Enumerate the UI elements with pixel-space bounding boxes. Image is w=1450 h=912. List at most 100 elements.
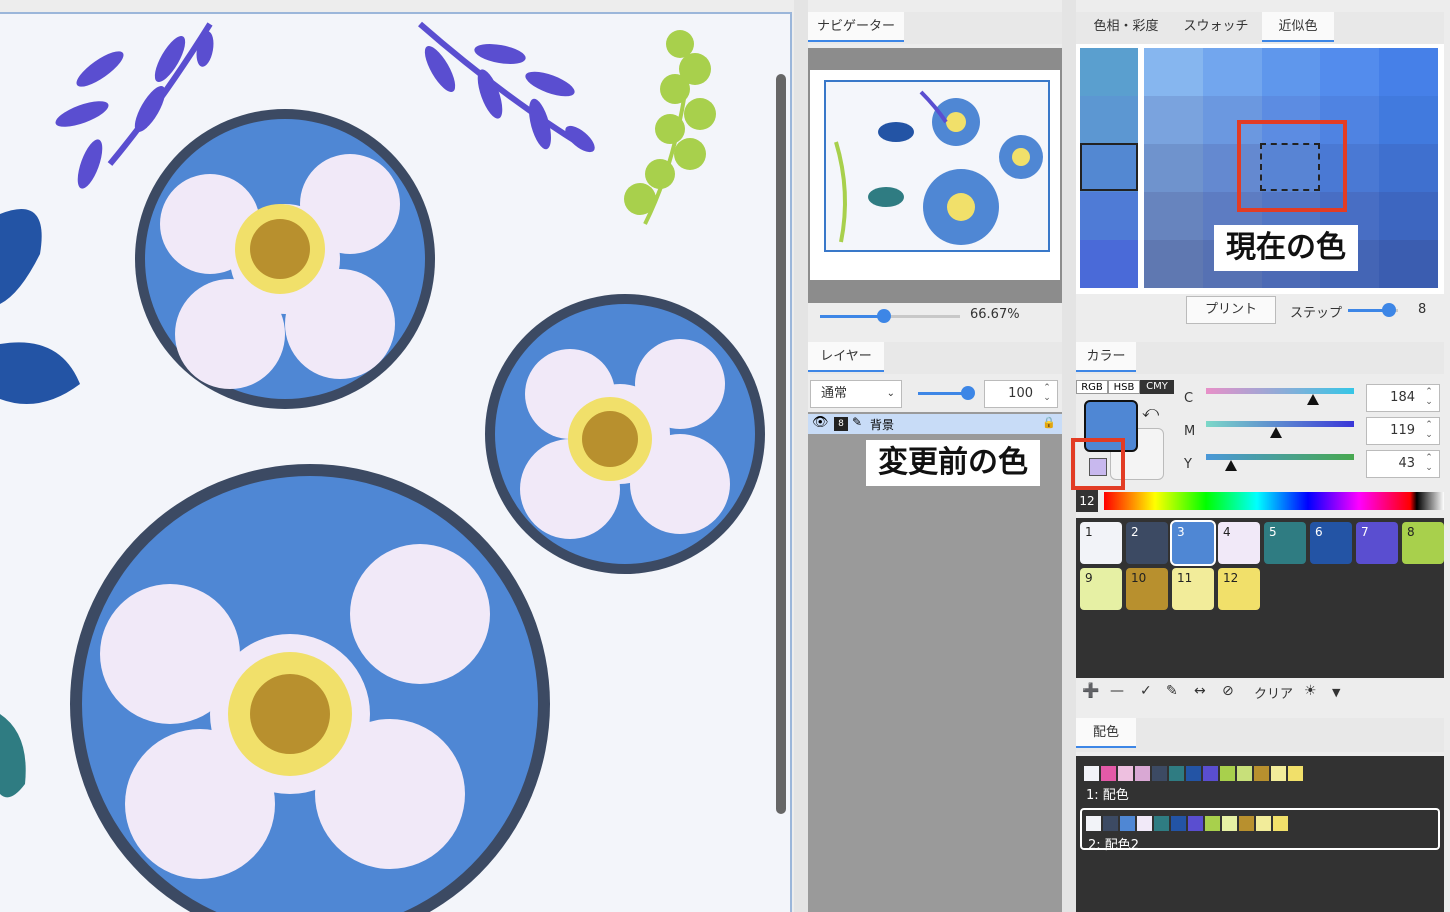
sun-icon[interactable]: ☀ xyxy=(1304,683,1317,699)
similar-color-cell[interactable] xyxy=(1379,48,1438,96)
print-button[interactable]: プリント xyxy=(1186,296,1276,324)
color-scheme-label: 2: 配色2 xyxy=(1088,838,1140,853)
color-scheme-swatch xyxy=(1271,766,1286,781)
color-scheme-swatch xyxy=(1137,816,1152,831)
flower-right xyxy=(485,294,765,574)
step-slider[interactable] xyxy=(1348,303,1398,317)
color-swatch[interactable]: 3 xyxy=(1170,520,1216,566)
channel-value-input-y[interactable]: 43 ⌃ ⌄ xyxy=(1366,450,1440,478)
tab-swatch[interactable]: スウォッチ xyxy=(1176,12,1256,42)
flower-bottom xyxy=(70,464,550,912)
color-scheme-swatch xyxy=(1273,816,1288,831)
similar-color-cell[interactable] xyxy=(1379,96,1438,144)
color-swatch[interactable]: 11 xyxy=(1172,568,1214,610)
similar-color-cell[interactable] xyxy=(1202,48,1262,96)
similar-color-cell[interactable] xyxy=(1320,48,1380,96)
channel-slider-y[interactable] xyxy=(1206,454,1354,471)
mode-tab-hsb[interactable]: HSB xyxy=(1108,380,1140,394)
color-swatch[interactable]: 10 xyxy=(1126,568,1168,610)
similar-color-cell[interactable] xyxy=(1261,48,1321,96)
step-value: 8 xyxy=(1418,302,1427,317)
edit-pencil-icon[interactable]: ✎ xyxy=(1166,683,1178,699)
tab-color[interactable]: カラー xyxy=(1076,342,1136,372)
channel-slider-m[interactable] xyxy=(1206,421,1354,438)
dropdown-triangle-icon[interactable]: ▼ xyxy=(1332,686,1340,699)
opacity-slider[interactable] xyxy=(918,386,975,400)
channel-value: 184 xyxy=(1390,390,1415,405)
color-scheme-swatch xyxy=(1171,816,1186,831)
channel-value-input-m[interactable]: 119 ⌃ ⌄ xyxy=(1366,417,1440,445)
lock-icon[interactable]: 🔒 xyxy=(1042,416,1056,429)
navigator-preview[interactable] xyxy=(810,70,1060,280)
panel-splitter[interactable] xyxy=(794,0,808,912)
color-scheme-swatch xyxy=(1256,816,1271,831)
channel-slider-thumb[interactable] xyxy=(1307,394,1319,405)
opacity-input[interactable]: 100 ⌃ ⌄ xyxy=(984,380,1058,408)
similar-color-cell[interactable] xyxy=(1144,192,1203,240)
spin-arrows-icon[interactable]: ⌃ ⌄ xyxy=(1421,453,1437,475)
spin-arrows-icon[interactable]: ⌃ ⌄ xyxy=(1421,420,1437,442)
navigator-zoom-slider[interactable] xyxy=(820,309,960,323)
similar-color-cell[interactable] xyxy=(1144,48,1203,96)
color-scheme-row[interactable]: 2: 配色2 xyxy=(1080,808,1440,853)
flower-illustration xyxy=(0,21,765,912)
color-swatch[interactable]: 1 xyxy=(1080,522,1122,564)
tab-haishoku[interactable]: 配色 xyxy=(1076,718,1136,748)
check-icon[interactable]: ✓ xyxy=(1140,683,1152,699)
color-scheme-row[interactable]: 1: 配色 xyxy=(1080,760,1440,803)
color-scheme-swatch xyxy=(1288,766,1303,781)
blend-mode-select[interactable]: 通常 ⌄ xyxy=(810,380,902,408)
tab-layer[interactable]: レイヤー xyxy=(808,342,884,372)
color-swatch[interactable]: 9 xyxy=(1080,568,1122,610)
step-slider-thumb[interactable] xyxy=(1382,303,1396,317)
layer-bit-depth-badge: 8 xyxy=(834,417,848,431)
eye-icon[interactable]: 👁 xyxy=(812,415,829,430)
prohibit-icon[interactable]: ⊘ xyxy=(1222,683,1234,699)
color-swatch[interactable]: 4 xyxy=(1218,522,1260,564)
tab-similar-color[interactable]: 近似色 xyxy=(1262,12,1334,42)
navigator-thumbnail xyxy=(834,90,1043,245)
spin-arrows-icon[interactable]: ⌃ ⌄ xyxy=(1421,387,1437,409)
pencil-icon: ✎ xyxy=(852,415,863,429)
spin-arrows-icon[interactable]: ⌃ ⌄ xyxy=(1039,383,1055,405)
similar-color-cell[interactable] xyxy=(1379,192,1438,240)
channel-slider-thumb[interactable] xyxy=(1225,460,1237,471)
opacity-slider-thumb[interactable] xyxy=(961,386,975,400)
layer-list: 👁 8 ✎ 背景 🔒 xyxy=(808,412,1062,912)
color-swatch[interactable]: 7 xyxy=(1356,522,1398,564)
channel-label-c: C xyxy=(1184,391,1194,406)
color-swatch[interactable]: 8 xyxy=(1402,522,1444,564)
add-swatch-icon[interactable]: ➕ xyxy=(1082,683,1099,699)
similar-color-cell[interactable] xyxy=(1144,144,1203,192)
remove-swatch-icon[interactable]: — xyxy=(1110,683,1124,699)
similar-color-cell[interactable] xyxy=(1144,96,1203,144)
color-swatch[interactable]: 5 xyxy=(1264,522,1306,564)
canvas-vertical-scrollbar[interactable] xyxy=(776,74,786,814)
similar-color-cell[interactable] xyxy=(1144,240,1203,288)
color-scheme-swatch xyxy=(1086,816,1101,831)
color-swatch[interactable]: 12 xyxy=(1218,568,1260,610)
similar-color-cell[interactable] xyxy=(1379,144,1438,192)
navigator-viewport-frame[interactable] xyxy=(824,80,1050,252)
swap-colors-icon[interactable]: ⤺ xyxy=(1142,402,1159,422)
swap-horizontal-icon[interactable]: ↔ xyxy=(1194,683,1206,699)
drawing-canvas[interactable] xyxy=(0,12,792,912)
color-swatch[interactable]: 6 xyxy=(1310,522,1352,564)
layer-row-background[interactable]: 👁 8 ✎ 背景 🔒 xyxy=(808,414,1062,434)
mode-tab-cmy[interactable]: CMY xyxy=(1140,380,1174,394)
channel-label-y: Y xyxy=(1184,457,1192,472)
color-swatch[interactable]: 2 xyxy=(1126,522,1168,564)
mode-tab-rgb[interactable]: RGB xyxy=(1076,380,1108,394)
tab-navigator[interactable]: ナビゲーター xyxy=(808,12,904,42)
tab-hue-saturation[interactable]: 色相・彩度 xyxy=(1080,12,1172,42)
color-scheme-swatch xyxy=(1239,816,1254,831)
channel-slider-c[interactable] xyxy=(1206,388,1354,405)
color-spectrum-bar[interactable] xyxy=(1104,492,1444,510)
zoom-slider-fill xyxy=(820,315,884,318)
clear-button[interactable]: クリア xyxy=(1254,683,1293,702)
channel-value-input-c[interactable]: 184 ⌃ ⌄ xyxy=(1366,384,1440,412)
opacity-value: 100 xyxy=(1008,386,1033,401)
similar-color-cell[interactable] xyxy=(1379,240,1438,288)
zoom-slider-thumb[interactable] xyxy=(877,309,891,323)
channel-slider-thumb[interactable] xyxy=(1270,427,1282,438)
